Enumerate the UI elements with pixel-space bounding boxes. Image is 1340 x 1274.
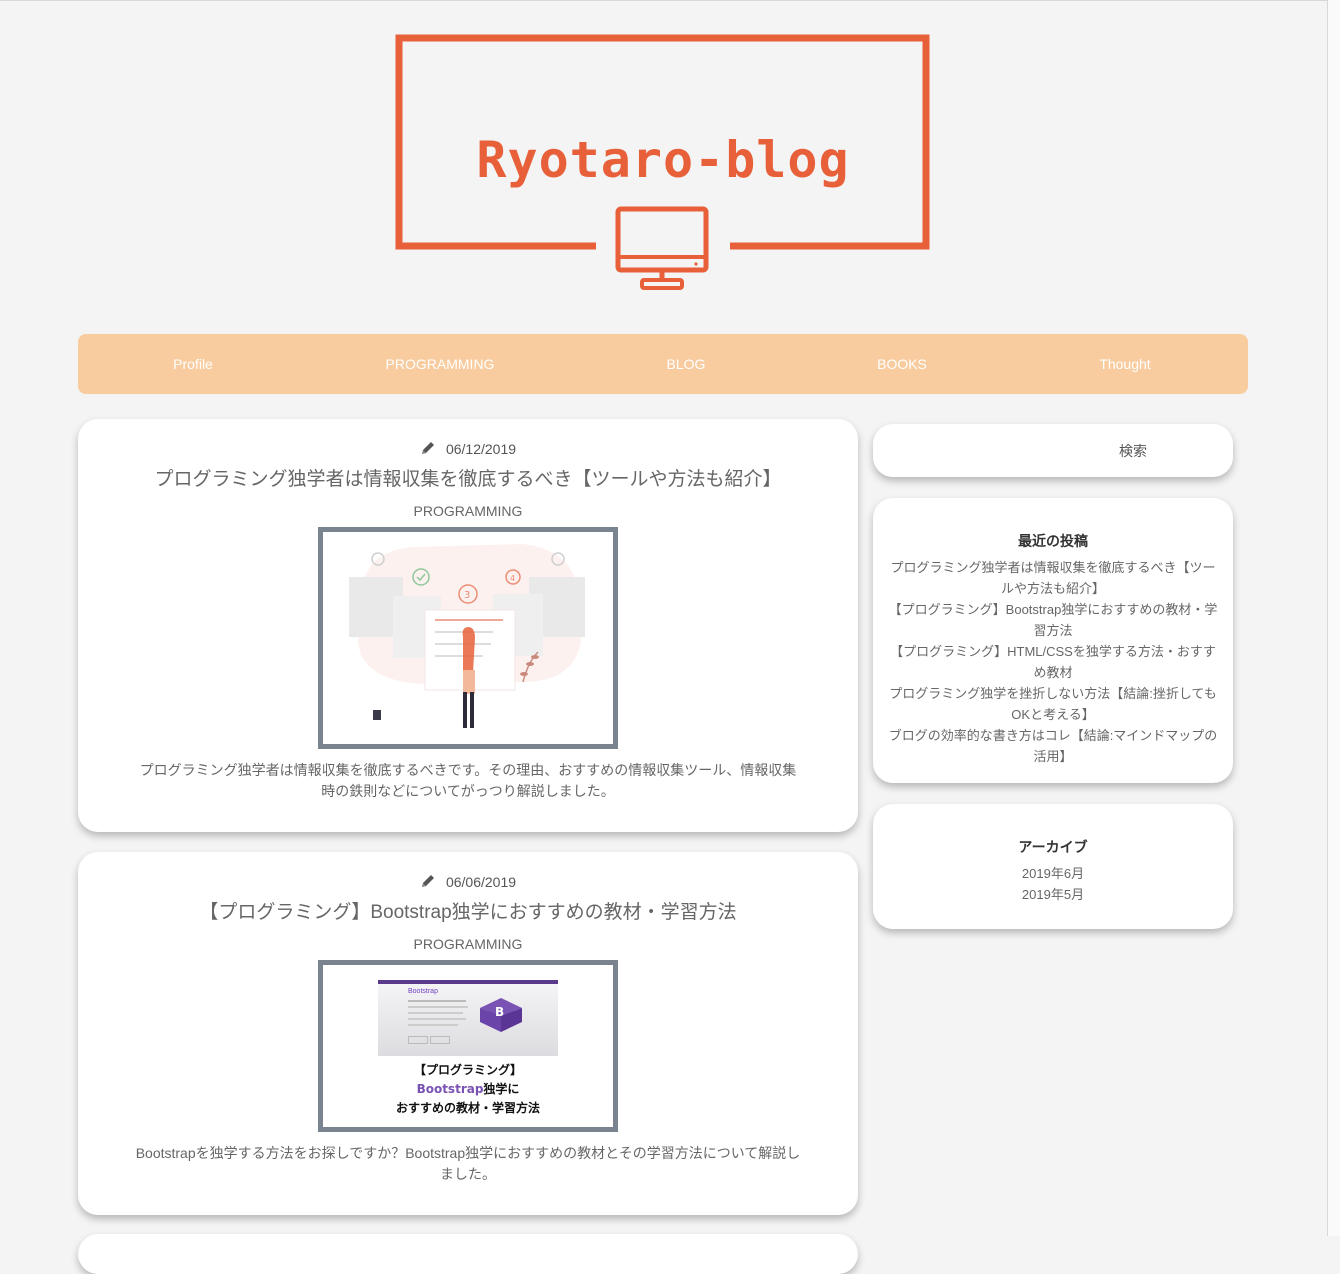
post-date: 06/12/2019 bbox=[445, 441, 517, 457]
archive-link[interactable]: 2019年6月 bbox=[1022, 866, 1084, 881]
bootstrap-screenshot: Bootstrap B bbox=[378, 980, 558, 1056]
svg-text:3: 3 bbox=[464, 590, 470, 601]
thumbnail-highlight: Bootstrap bbox=[416, 1082, 484, 1096]
archive-widget: アーカイブ 2019年6月 2019年5月 bbox=[873, 804, 1233, 929]
archive-title: アーカイブ bbox=[1018, 839, 1088, 855]
list-item: プログラミング独学を挫折しない方法【結論:挫折してもOKと考える】 bbox=[887, 684, 1219, 726]
post-card: 06/06/2019 【プログラミング】Bootstrap独学におすすめの教材・… bbox=[78, 852, 858, 1215]
site-logo-link[interactable]: Ryotaro-blog bbox=[394, 33, 932, 293]
thumbnail-caption: 【プログラミング】 Bootstrap独学に おすすめの教材・学習方法 bbox=[323, 1061, 613, 1118]
pencil-icon bbox=[421, 875, 434, 887]
bootstrap-logo-icon: B bbox=[480, 998, 522, 1032]
archive-link[interactable]: 2019年5月 bbox=[1022, 887, 1084, 902]
list-item: 2019年5月 bbox=[873, 885, 1233, 906]
post-thumbnail[interactable]: Bootstrap B 【プログラミング】 Bootstrap独学に おすすめの… bbox=[318, 960, 618, 1132]
nav-item-programming[interactable]: PROGRAMMING bbox=[386, 334, 495, 394]
list-item: プログラミング独学者は情報収集を徹底するべき【ツールや方法も紹介】 bbox=[887, 558, 1219, 600]
nav-item-thought[interactable]: Thought bbox=[1099, 334, 1150, 394]
nav-item-books[interactable]: BOOKS bbox=[877, 334, 927, 394]
nav-item-profile[interactable]: Profile bbox=[173, 334, 213, 394]
list-item: 2019年6月 bbox=[873, 864, 1233, 885]
recent-post-link[interactable]: プログラミング独学者は情報収集を徹底するべき【ツールや方法も紹介】 bbox=[890, 560, 1215, 596]
main-nav: Profile PROGRAMMING BLOG BOOKS Thought bbox=[78, 334, 1248, 394]
scrollbar[interactable] bbox=[1328, 0, 1340, 1236]
post-excerpt: Bootstrapを独学する方法をお探しですか？Bootstrap独学におすすめ… bbox=[135, 1145, 801, 1182]
post-title-link[interactable]: プログラミング独学者は情報収集を徹底するべき【ツールや方法も紹介】 bbox=[78, 464, 858, 491]
post-excerpt: プログラミング独学者は情報収集を徹底するべきです。その理由、おすすめの情報収集ツ… bbox=[139, 762, 797, 799]
recent-posts-list: プログラミング独学者は情報収集を徹底するべき【ツールや方法も紹介】 【プログラミ… bbox=[887, 558, 1219, 768]
recent-post-link[interactable]: ブログの効率的な書き方はコレ【結論:マインドマップの活用】 bbox=[889, 728, 1218, 764]
post-category-link[interactable]: PROGRAMMING bbox=[78, 936, 858, 952]
post-date: 06/06/2019 bbox=[445, 874, 517, 890]
bootstrap-badge-letter: B bbox=[495, 1005, 504, 1019]
svg-text:4: 4 bbox=[510, 574, 515, 583]
screenshot-heading: Bootstrap bbox=[408, 988, 438, 995]
recent-post-link[interactable]: 【プログラミング】HTML/CSSを独学する方法・おすすめ教材 bbox=[890, 644, 1216, 680]
list-item: 【プログラミング】Bootstrap独学におすすめの教材・学習方法 bbox=[887, 600, 1219, 642]
recent-posts-title: 最近の投稿 bbox=[1018, 533, 1088, 549]
search-button[interactable]: 検索 bbox=[873, 424, 1233, 477]
checklist-illustration-icon: 3 4 bbox=[349, 544, 585, 728]
post-date-row: 06/06/2019 bbox=[78, 873, 858, 890]
post-title-link[interactable]: 【プログラミング】Bootstrap独学におすすめの教材・学習方法 bbox=[78, 897, 858, 924]
thumbnail-line2: Bootstrap独学に bbox=[323, 1080, 613, 1099]
post-thumbnail[interactable]: 3 4 bbox=[318, 527, 618, 749]
list-item: ブログの効率的な書き方はコレ【結論:マインドマップの活用】 bbox=[887, 726, 1219, 768]
pencil-icon bbox=[421, 442, 434, 454]
list-item: 【プログラミング】HTML/CSSを独学する方法・おすすめ教材 bbox=[887, 642, 1219, 684]
recent-posts-widget: 最近の投稿 プログラミング独学者は情報収集を徹底するべき【ツールや方法も紹介】 … bbox=[873, 498, 1233, 783]
nav-item-blog[interactable]: BLOG bbox=[667, 334, 706, 394]
archive-list: 2019年6月 2019年5月 bbox=[873, 864, 1233, 906]
site-title: Ryotaro-blog bbox=[476, 131, 850, 189]
thumbnail-line3: おすすめの教材・学習方法 bbox=[395, 1101, 540, 1115]
post-date-row: 06/12/2019 bbox=[78, 440, 858, 457]
post-card bbox=[78, 1234, 858, 1274]
search-widget: 検索 bbox=[873, 424, 1233, 477]
post-card: 06/12/2019 プログラミング独学者は情報収集を徹底するべき【ツールや方法… bbox=[78, 419, 858, 832]
post-category-link[interactable]: PROGRAMMING bbox=[78, 503, 858, 519]
recent-post-link[interactable]: 【プログラミング】Bootstrap独学におすすめの教材・学習方法 bbox=[889, 602, 1218, 638]
thumbnail-line1: 【プログラミング】 bbox=[413, 1063, 522, 1077]
thumbnail-line2-rest: 独学に bbox=[483, 1082, 520, 1096]
monitor-icon bbox=[615, 206, 709, 290]
recent-post-link[interactable]: プログラミング独学を挫折しない方法【結論:挫折してもOKと考える】 bbox=[889, 686, 1217, 722]
